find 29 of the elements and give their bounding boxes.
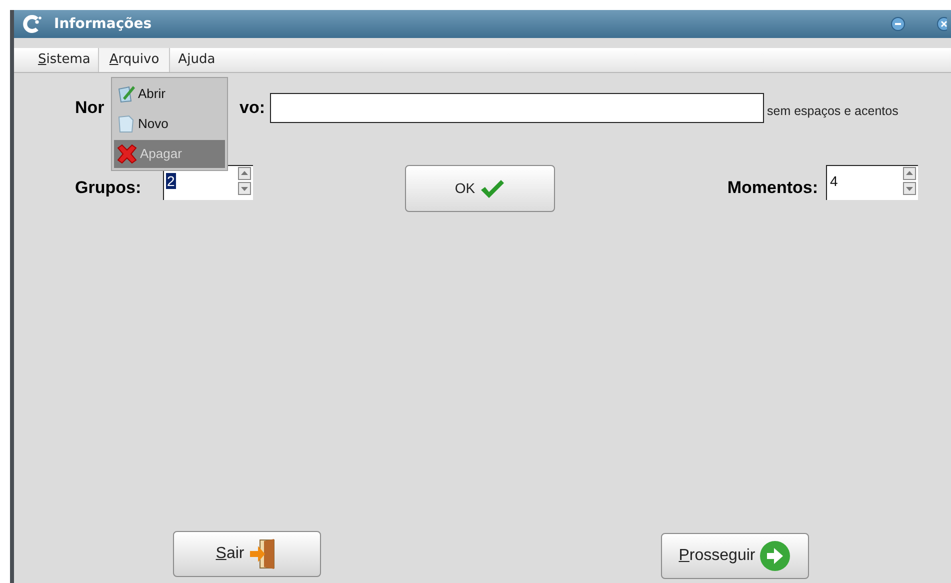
page-icon (116, 114, 136, 134)
spin-down-icon[interactable] (238, 182, 251, 195)
hint-text: sem espaços e acentos (767, 102, 898, 120)
right-arrow-circle-icon (759, 540, 792, 572)
pencil-paper-icon (116, 84, 136, 104)
exit-button[interactable]: Sair (173, 531, 321, 577)
close-button[interactable] (937, 17, 947, 31)
spin-up-icon[interactable] (238, 167, 251, 180)
menu-option[interactable]: Novo (114, 110, 225, 138)
moments-label: Momentos: (727, 177, 818, 199)
check-icon (479, 178, 506, 200)
menu-option[interactable]: Abrir (114, 80, 225, 108)
spin-up-icon[interactable] (903, 167, 916, 180)
continue-button[interactable]: Prosseguir (661, 533, 809, 579)
x-mark-icon (116, 144, 138, 164)
field-value: 2 (166, 173, 176, 189)
groups-label: Grupos: (75, 177, 142, 199)
field-label: vo: (240, 97, 265, 120)
menu-item[interactable]: Sistema (30, 48, 98, 72)
menu-item[interactable]: Ajuda (170, 48, 224, 72)
menu-item[interactable]: Arquivo (98, 48, 170, 72)
app-logo-icon (22, 14, 42, 34)
window-title: Informações (54, 14, 152, 34)
moments-spin-field[interactable]: 4 (826, 165, 918, 200)
ok-button[interactable]: OK (405, 165, 555, 212)
spin-down-icon[interactable] (903, 182, 916, 195)
field-label: Nor (75, 97, 104, 120)
field-value: 4 (829, 173, 839, 189)
minimize-button[interactable] (891, 17, 905, 31)
